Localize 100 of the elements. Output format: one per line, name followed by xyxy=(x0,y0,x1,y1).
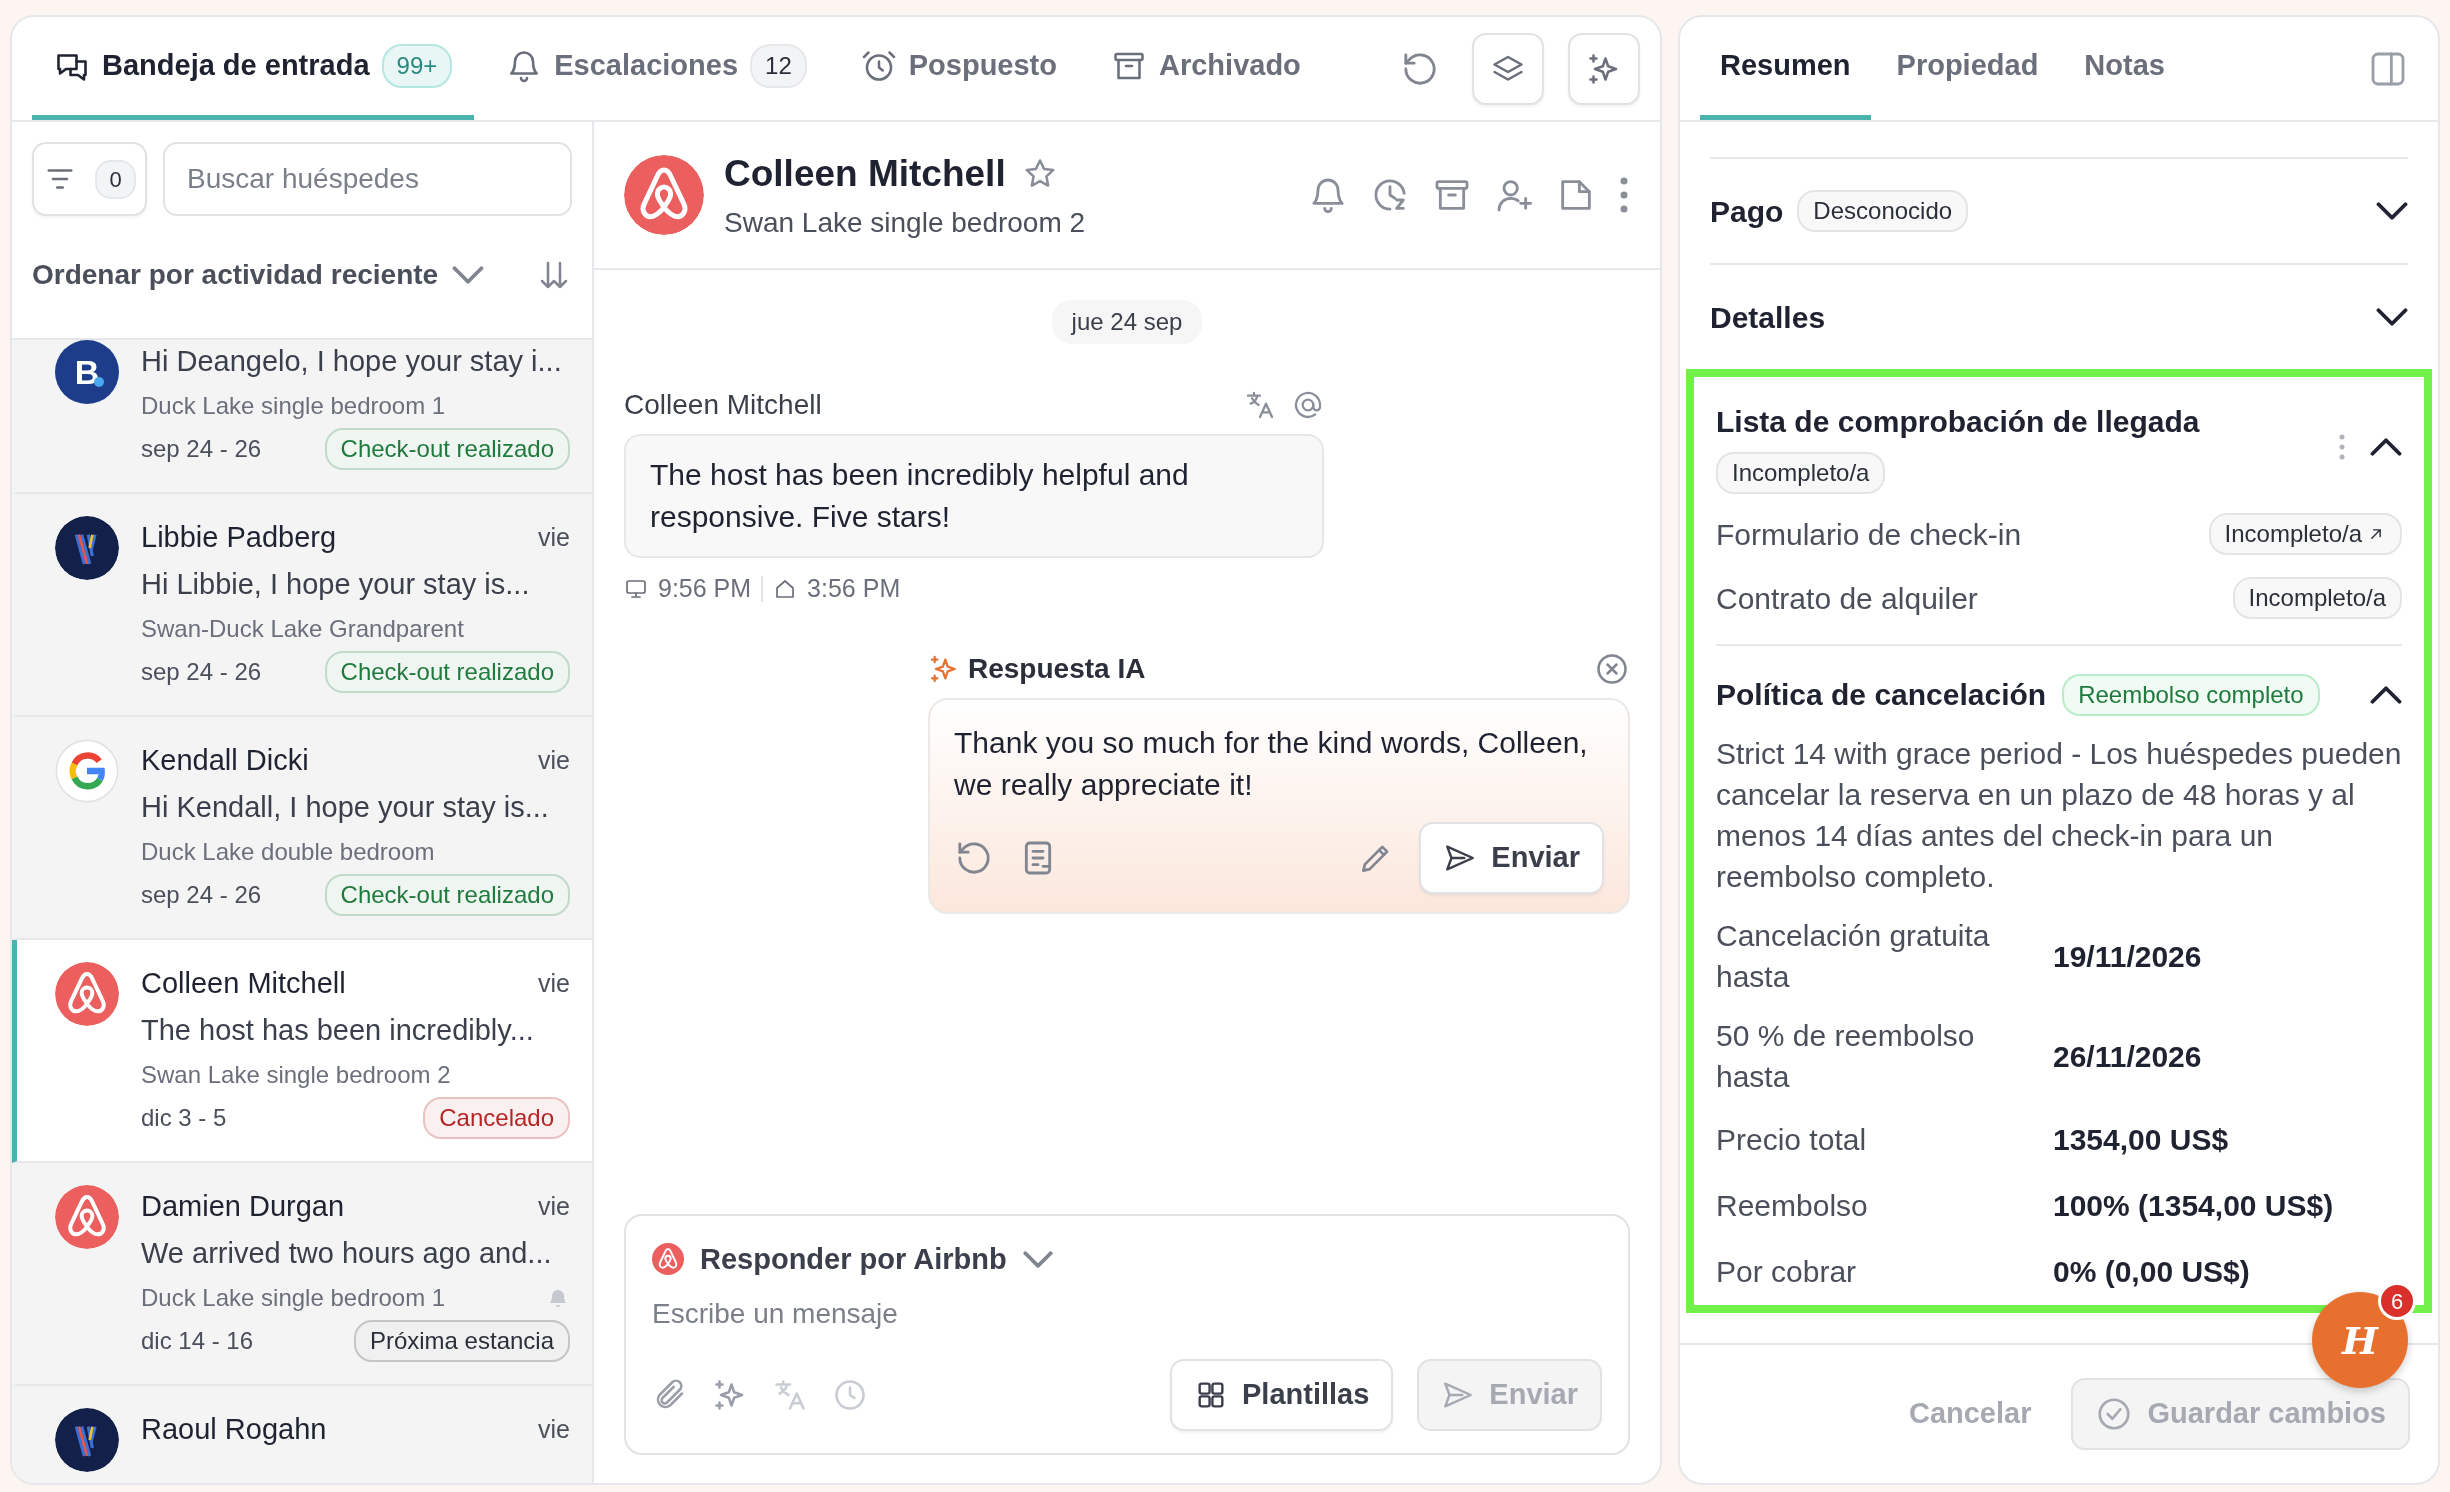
collapse-button[interactable] xyxy=(2370,685,2402,704)
field-label: Precio total xyxy=(1716,1121,1868,1158)
refund-status: Reembolso completo xyxy=(2062,673,2320,716)
field-label: 50 % de reembolso hasta xyxy=(1716,1018,1976,1095)
payment-status: Desconocido xyxy=(1797,190,1969,232)
chevron-down-icon xyxy=(1022,1250,1053,1268)
message-bubble: The host has been incredibly helpful and responsive. Five stars! xyxy=(624,434,1324,558)
message-preview: The host has been incredibly... xyxy=(141,1013,535,1048)
stay-dates: dic 3 - 5 xyxy=(141,1102,227,1133)
message-preview: Hi Libbie, I hope your stay is... xyxy=(141,567,531,602)
translate-icon xyxy=(772,1377,808,1413)
field-label: Reembolso xyxy=(1716,1187,1869,1224)
field-value: 1354,00 US$ xyxy=(2053,1121,2229,1158)
chevron-up-icon xyxy=(2370,437,2402,456)
sort-dropdown-button[interactable] xyxy=(452,266,485,284)
guest-name: Libbie Padberg xyxy=(141,519,337,555)
templates-button[interactable]: Plantillas xyxy=(1170,1359,1394,1431)
property-name: Swan Lake single bedroom 2 xyxy=(724,205,1086,240)
date-divider: jue 24 sep xyxy=(1051,300,1203,344)
expand-button[interactable] xyxy=(2376,308,2408,326)
inbox-tab[interactable]: Pospuesto xyxy=(838,17,1079,120)
stay-dates: sep 24 - 26 xyxy=(141,656,262,687)
ai-button[interactable] xyxy=(1568,32,1640,105)
sent-time: 9:56 PM xyxy=(658,573,752,604)
time-label: vie xyxy=(538,1190,570,1222)
stay-dates: sep 24 - 26 xyxy=(141,879,262,910)
chevron-down-icon xyxy=(2376,308,2408,326)
inbox-tab[interactable]: Escalaciones 12 xyxy=(484,17,829,120)
property-name: Swan Lake single bedroom 2 xyxy=(141,1059,451,1090)
stay-dates: sep 24 - 26 xyxy=(141,433,262,464)
conversation-item[interactable]: Raoul Rogahn vie xyxy=(12,1385,592,1483)
conversation-item[interactable]: Libbie Padberg vie Hi Libbie, I hope your stay is... Swan-Duck Lake Grandparent sep 24 - 26 Check-out realizado xyxy=(12,493,592,717)
time-label: vie xyxy=(538,521,570,553)
count-pill: 12 xyxy=(750,44,807,88)
item-status[interactable]: Incompleto/a xyxy=(2208,513,2402,555)
channel-label: Responder por Airbnb xyxy=(700,1241,1007,1277)
message-preview: Hi Deangelo, I hope your stay i... xyxy=(141,344,563,379)
section-title: Política de cancelación xyxy=(1716,677,2047,713)
airbnb-logo-icon xyxy=(55,961,119,1026)
details-tab[interactable]: Propiedad xyxy=(1876,17,2059,120)
section-title: Pago xyxy=(1710,193,1784,230)
section-title: Lista de comprobación de llegada xyxy=(1716,404,2200,440)
conversation-item[interactable]: B Hi Deangelo, I hope your stay i... Duck Lake single bedroom 1 sep 24 - 26 Check-out realizado xyxy=(12,340,592,494)
stay-dates: dic 14 - 16 xyxy=(141,1325,254,1356)
conversation-item[interactable]: Colleen Mitchell vie The host has been incredibly... Swan Lake single bedroom 2 dic 3 - 5 Cancelado xyxy=(12,939,592,1163)
inbox-tab[interactable]: Archivado xyxy=(1089,17,1323,120)
send-button[interactable]: Enviar xyxy=(1419,821,1604,894)
policy-description: Strict 14 with grace period - Los huéspedes pueden cancelar la reserva en un plazo de 48 horas y al menos 14 días antes del check-in para un reembolso completo. xyxy=(1716,736,2402,895)
section-title: Detalles xyxy=(1710,299,1826,336)
striped-logo-icon xyxy=(55,1407,119,1472)
more-button[interactable] xyxy=(2338,432,2346,461)
layers-button[interactable] xyxy=(1472,32,1544,105)
airbnb-logo-icon xyxy=(624,155,704,235)
time-label: vie xyxy=(538,744,570,776)
checklist-status: Incompleto/a xyxy=(1716,452,1886,494)
conversation-item[interactable]: Kendall Dicki vie Hi Kendall, I hope your stay is... Duck Lake double bedroom sep 24 - 26 Check-out realizado xyxy=(12,716,592,940)
search-field[interactable]: Buscar huéspedes xyxy=(163,142,572,216)
status-tag: Check-out realizado xyxy=(324,427,570,470)
message-composer[interactable]: Responder por Airbnb Escribe un mensaje Plantillas Enviar xyxy=(624,1213,1630,1455)
time-label: vie xyxy=(538,1413,570,1445)
booking-logo: B xyxy=(55,340,119,404)
sender-name: Colleen Mitchell xyxy=(624,388,822,422)
chevron-up-icon xyxy=(2370,685,2402,704)
field-value: 19/11/2026 xyxy=(2053,938,2202,975)
property-name: Duck Lake single bedroom 1 xyxy=(141,390,446,421)
ai-reply-text: Thank you so much for the kind words, Colleen, we really appreciate it! xyxy=(954,724,1589,803)
filter-count: 0 xyxy=(95,159,136,199)
inbox-tab[interactable]: Bandeja de entrada 99+ xyxy=(32,17,475,120)
guest-name: Colleen Mitchell xyxy=(724,152,1006,197)
conversation-item[interactable]: Damien Durgan vie We arrived two hours ago and... Duck Lake single bedroom 1 dic 14 - 16 Próxima estancia xyxy=(12,1162,592,1386)
google-logo-icon xyxy=(55,738,119,803)
message-preview: Hi Kendall, I hope your stay is... xyxy=(141,790,550,825)
message-preview: We arrived two hours ago and... xyxy=(141,1236,553,1271)
details-tab[interactable]: Resumen xyxy=(1700,17,1871,120)
collapse-button[interactable] xyxy=(2370,437,2402,456)
more-button[interactable] xyxy=(1618,175,1630,215)
airbnb-logo-icon xyxy=(55,1184,119,1249)
more-icon xyxy=(1618,175,1630,215)
field-value: 100% (1354,00 US$) xyxy=(2053,1187,2334,1224)
alarm-clock-icon xyxy=(860,48,897,84)
field-value: 26/11/2026 xyxy=(2053,1038,2202,1075)
field-value: 0% (0,00 US$) xyxy=(2053,1253,2250,1290)
filter-button[interactable]: 0 xyxy=(32,142,147,216)
more-icon xyxy=(2338,432,2346,461)
clock-icon xyxy=(832,1377,868,1413)
channel-dropdown-button[interactable] xyxy=(1022,1250,1053,1268)
details-tab[interactable]: Notas xyxy=(2064,17,2185,120)
time-label: vie xyxy=(538,967,570,999)
sort-label: Ordenar por actividad reciente xyxy=(32,258,439,292)
ai-reply-title: Respuesta IA xyxy=(968,651,1146,686)
striped-logo-icon xyxy=(55,515,119,580)
property-name: Duck Lake single bedroom 1 xyxy=(141,1282,446,1313)
expand-button[interactable] xyxy=(2376,202,2408,220)
property-name: Duck Lake double bedroom xyxy=(141,836,435,867)
chevron-down-icon xyxy=(2376,202,2408,220)
guest-name: Colleen Mitchell xyxy=(141,965,346,1001)
local-time: 3:56 PM xyxy=(807,573,901,604)
checklist-item: Contrato de alquiler xyxy=(1716,580,1978,617)
status-tag: Próxima estancia xyxy=(353,1319,570,1362)
checklist-item: Formulario de check-in xyxy=(1716,516,2022,553)
